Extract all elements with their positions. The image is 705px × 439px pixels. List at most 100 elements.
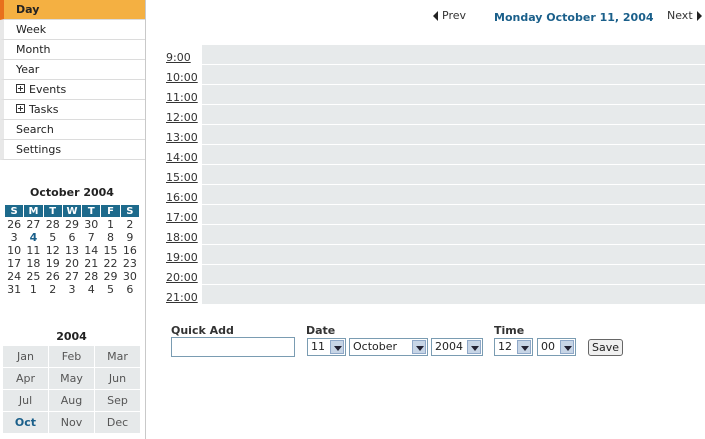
hour-link[interactable]: 11:00	[166, 85, 202, 105]
sidebar-item-year[interactable]: Year	[0, 60, 145, 80]
sidebar-item-week[interactable]: Week	[0, 20, 145, 40]
calendar-day[interactable]: 14	[82, 244, 101, 257]
calendar-day[interactable]: 27	[62, 270, 81, 283]
calendar-day[interactable]: 6	[62, 231, 81, 244]
sidebar-item-settings[interactable]: Settings	[0, 140, 145, 160]
calendar-day[interactable]: 15	[101, 244, 120, 257]
year-select[interactable]: 2004	[431, 338, 483, 356]
calendar-day[interactable]: 9	[120, 231, 139, 244]
calendar-day[interactable]: 4	[82, 283, 101, 296]
month-select[interactable]: October	[349, 338, 428, 356]
time-slot[interactable]	[202, 245, 705, 265]
month-cell-mar[interactable]: Mar	[95, 346, 140, 367]
month-cell-jun[interactable]: Jun	[95, 368, 140, 389]
calendar-day[interactable]: 29	[62, 218, 81, 231]
hour-link[interactable]: 17:00	[166, 205, 202, 225]
month-cell-dec[interactable]: Dec	[95, 412, 140, 433]
calendar-day[interactable]: 11	[24, 244, 43, 257]
time-slot[interactable]	[202, 145, 705, 165]
calendar-day[interactable]: 2	[43, 283, 62, 296]
month-cell-jan[interactable]: Jan	[3, 346, 48, 367]
time-slot[interactable]	[202, 205, 705, 225]
calendar-day[interactable]: 6	[120, 283, 139, 296]
hour-link[interactable]: 19:00	[166, 245, 202, 265]
month-cell-apr[interactable]: Apr	[3, 368, 48, 389]
day-select[interactable]: 11	[307, 338, 346, 356]
calendar-day[interactable]: 20	[62, 257, 81, 270]
month-cell-may[interactable]: May	[49, 368, 94, 389]
time-slot[interactable]	[202, 65, 705, 85]
time-slot[interactable]	[202, 285, 705, 305]
calendar-day[interactable]: 1	[101, 218, 120, 231]
calendar-day[interactable]: 4	[24, 231, 43, 244]
time-slot[interactable]	[202, 105, 705, 125]
time-slot[interactable]	[202, 125, 705, 145]
sidebar-item-tasks[interactable]: Tasks	[0, 100, 145, 120]
quick-add-input[interactable]	[171, 337, 295, 357]
calendar-day[interactable]: 26	[5, 218, 24, 231]
calendar-day[interactable]: 19	[43, 257, 62, 270]
time-slot[interactable]	[202, 45, 705, 65]
hour-link[interactable]: 16:00	[166, 185, 202, 205]
calendar-day[interactable]: 13	[62, 244, 81, 257]
time-slot[interactable]	[202, 165, 705, 185]
month-cell-sep[interactable]: Sep	[95, 390, 140, 411]
time-slot[interactable]	[202, 225, 705, 245]
calendar-day[interactable]: 5	[101, 283, 120, 296]
next-day-link[interactable]: Next	[667, 9, 702, 22]
month-cell-jul[interactable]: Jul	[3, 390, 48, 411]
prev-day-link[interactable]: Prev	[433, 9, 466, 22]
calendar-day[interactable]: 31	[5, 283, 24, 296]
calendar-day[interactable]: 26	[43, 270, 62, 283]
calendar-day[interactable]: 22	[101, 257, 120, 270]
month-cell-aug[interactable]: Aug	[49, 390, 94, 411]
calendar-day[interactable]: 1	[24, 283, 43, 296]
hour-link[interactable]: 18:00	[166, 225, 202, 245]
time-slot[interactable]	[202, 85, 705, 105]
hour-link[interactable]: 13:00	[166, 125, 202, 145]
calendar-day[interactable]: 10	[5, 244, 24, 257]
month-cell-feb[interactable]: Feb	[49, 346, 94, 367]
calendar-day[interactable]: 23	[120, 257, 139, 270]
calendar-day[interactable]: 7	[82, 231, 101, 244]
save-button[interactable]: Save	[588, 339, 623, 356]
sidebar-item-search[interactable]: Search	[0, 120, 145, 140]
calendar-day[interactable]: 28	[43, 218, 62, 231]
expand-plus-icon[interactable]	[16, 84, 25, 93]
minute-select[interactable]: 00	[537, 338, 576, 356]
calendar-day[interactable]: 30	[120, 270, 139, 283]
calendar-day[interactable]: 30	[82, 218, 101, 231]
hour-link[interactable]: 12:00	[166, 105, 202, 125]
calendar-day[interactable]: 17	[5, 257, 24, 270]
hour-link[interactable]: 14:00	[166, 145, 202, 165]
sidebar-item-day[interactable]: Day	[0, 0, 145, 20]
calendar-day[interactable]: 2	[120, 218, 139, 231]
month-cell-nov[interactable]: Nov	[49, 412, 94, 433]
calendar-day[interactable]: 3	[62, 283, 81, 296]
month-cell-oct[interactable]: Oct	[3, 412, 48, 433]
hour-link[interactable]: 10:00	[166, 65, 202, 85]
calendar-day[interactable]: 27	[24, 218, 43, 231]
hour-link[interactable]: 15:00	[166, 165, 202, 185]
calendar-day[interactable]: 3	[5, 231, 24, 244]
hour-link[interactable]: 20:00	[166, 265, 202, 285]
time-slot[interactable]	[202, 185, 705, 205]
calendar-day[interactable]: 28	[82, 270, 101, 283]
calendar-day[interactable]: 18	[24, 257, 43, 270]
calendar-day[interactable]: 21	[82, 257, 101, 270]
calendar-day[interactable]: 25	[24, 270, 43, 283]
calendar-day[interactable]: 5	[43, 231, 62, 244]
calendar-day[interactable]: 16	[120, 244, 139, 257]
hour-link[interactable]: 9:00	[166, 45, 202, 65]
hour-link[interactable]: 21:00	[166, 285, 202, 305]
sidebar-item-events[interactable]: Events	[0, 80, 145, 100]
calendar-day[interactable]: 29	[101, 270, 120, 283]
chevron-down-icon	[517, 340, 531, 354]
sidebar-item-month[interactable]: Month	[0, 40, 145, 60]
calendar-day[interactable]: 24	[5, 270, 24, 283]
expand-plus-icon[interactable]	[16, 104, 25, 113]
time-slot[interactable]	[202, 265, 705, 285]
hour-select[interactable]: 12	[494, 338, 533, 356]
calendar-day[interactable]: 8	[101, 231, 120, 244]
calendar-day[interactable]: 12	[43, 244, 62, 257]
